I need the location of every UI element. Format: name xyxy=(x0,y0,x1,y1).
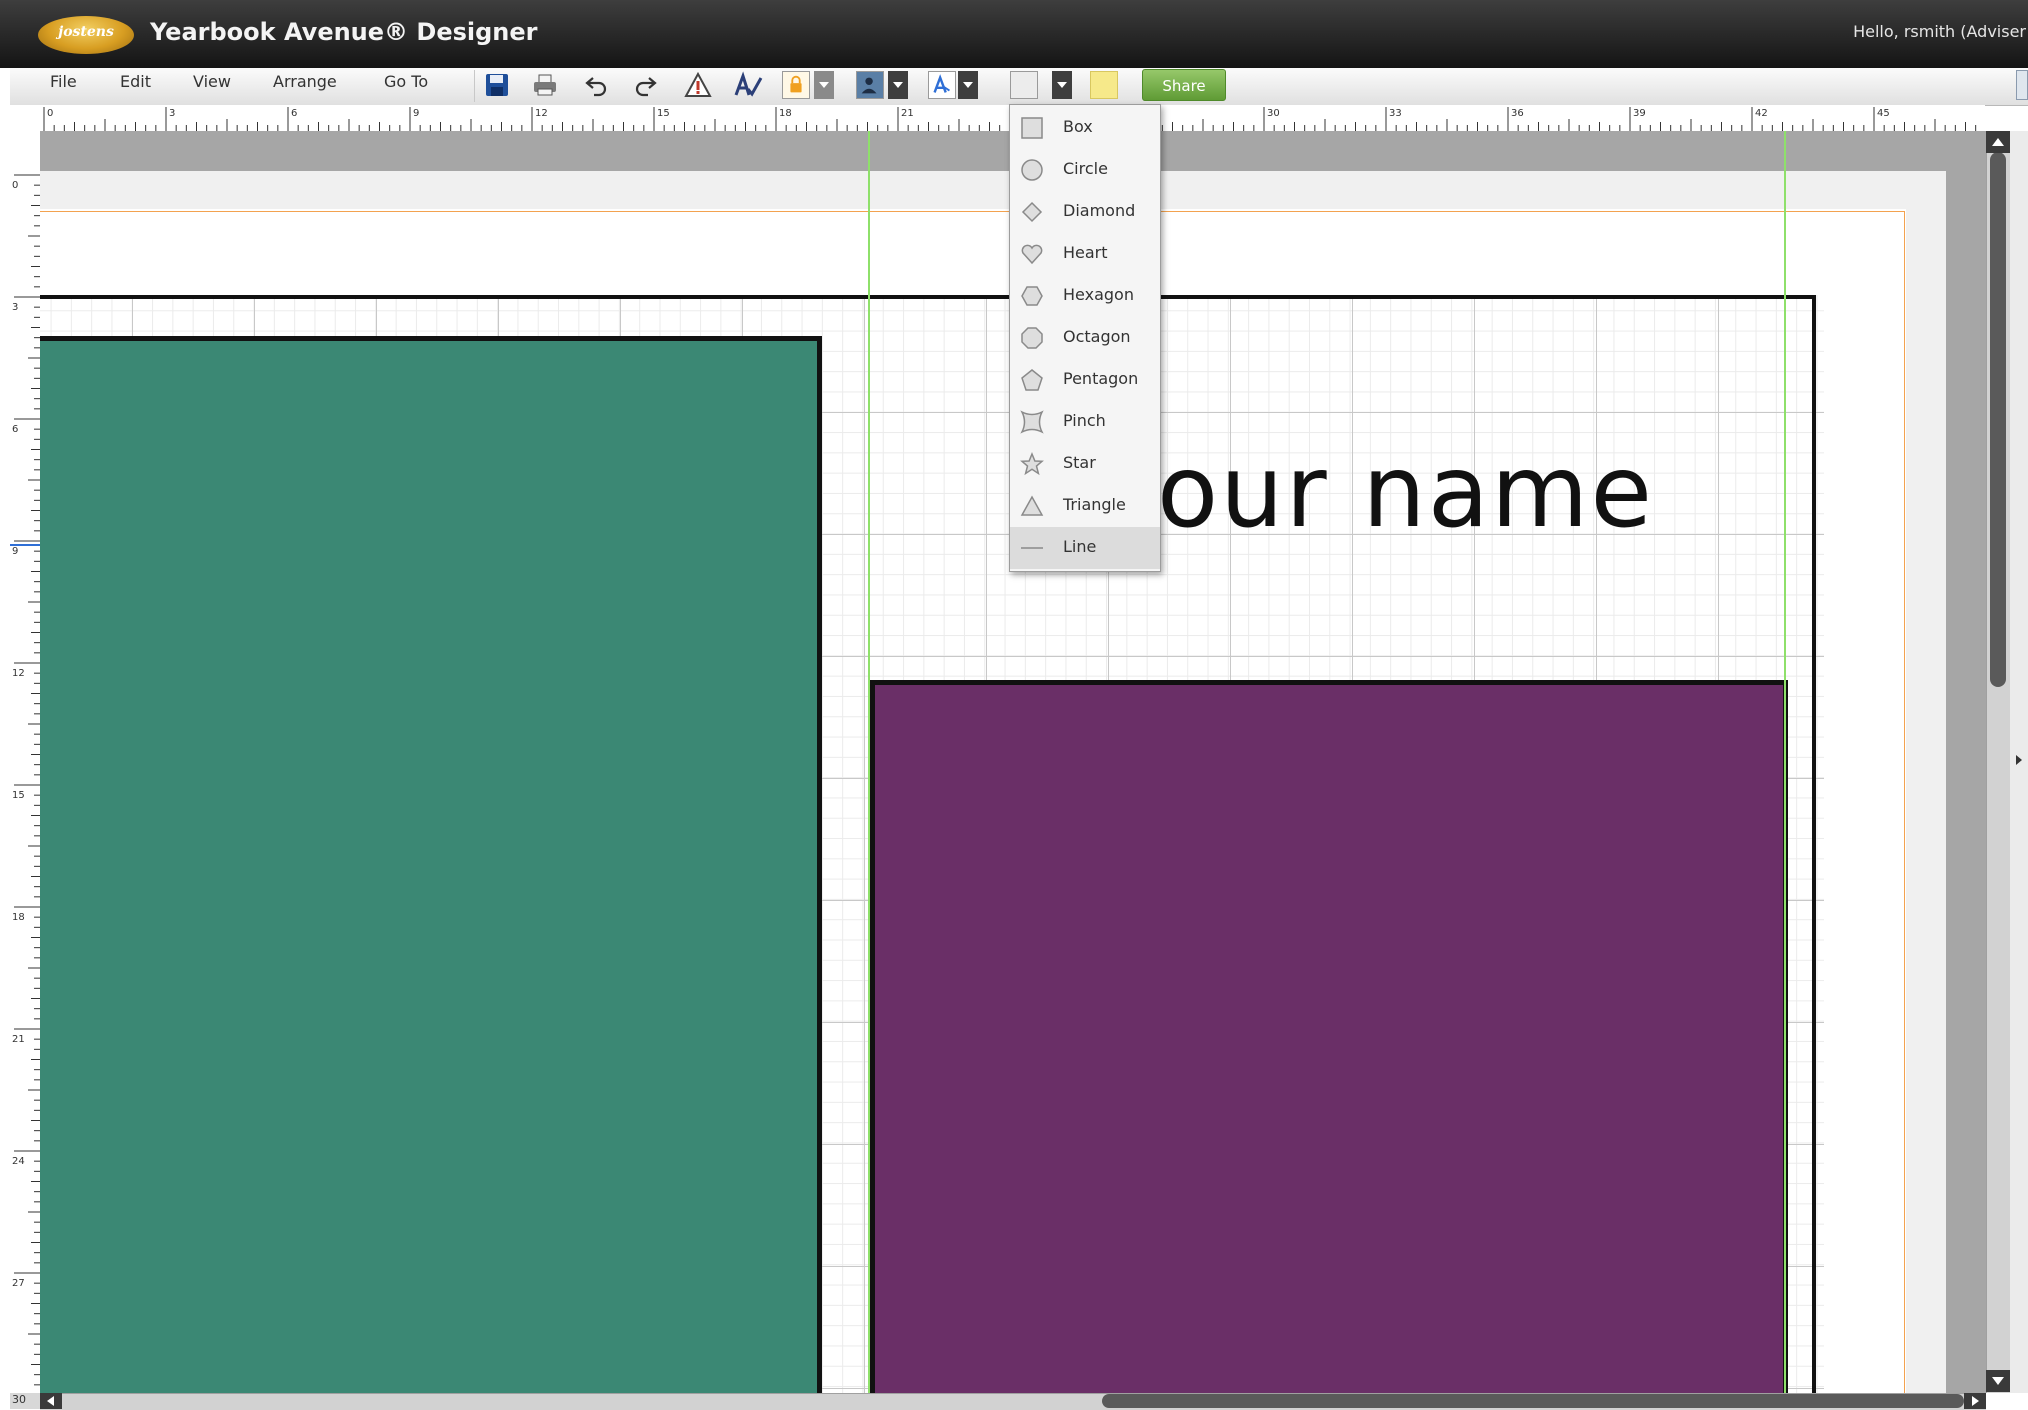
star-icon xyxy=(1020,452,1044,476)
ruler-corner-label: 30 xyxy=(12,1393,26,1406)
shape-menu-item-label: Triangle xyxy=(1063,495,1126,514)
heart-icon xyxy=(1020,242,1044,266)
ruler-label: 3 xyxy=(169,108,175,119)
ruler-label: 36 xyxy=(1511,108,1524,119)
photo-icon[interactable] xyxy=(856,71,884,99)
text-color-dropdown[interactable] xyxy=(958,71,978,99)
spellcheck-icon[interactable] xyxy=(733,70,763,100)
guide-line[interactable] xyxy=(1784,131,1786,1393)
scroll-right-arrow-icon[interactable] xyxy=(1964,1393,1986,1409)
print-icon[interactable] xyxy=(530,70,560,100)
shape-menu-item-box[interactable]: Box xyxy=(1010,107,1160,149)
ruler-label: 0 xyxy=(47,108,53,119)
share-button[interactable]: Share xyxy=(1142,69,1226,101)
green-box-shape[interactable] xyxy=(40,336,822,1393)
lock-dropdown[interactable] xyxy=(814,71,834,99)
guide-line[interactable] xyxy=(868,131,870,1393)
octagon-icon xyxy=(1020,326,1044,350)
ruler-label: 18 xyxy=(779,108,792,119)
ruler-label: 9 xyxy=(413,108,419,119)
purple-box-shape[interactable] xyxy=(870,680,1788,1393)
scroll-down-arrow-icon[interactable] xyxy=(1986,1370,2010,1392)
line-icon xyxy=(1020,536,1044,560)
photo-dropdown[interactable] xyxy=(888,71,908,99)
hexagon-icon xyxy=(1020,284,1044,308)
menu-view[interactable]: View xyxy=(193,72,231,91)
scroll-left-arrow-icon[interactable] xyxy=(40,1393,62,1409)
text-color-icon[interactable] xyxy=(928,71,956,99)
ruler-label: 21 xyxy=(12,1034,25,1045)
undo-icon[interactable] xyxy=(582,70,612,100)
shape-menu-item-octagon[interactable]: Octagon xyxy=(1010,317,1160,359)
shape-menu-item-label: Pentagon xyxy=(1063,369,1139,388)
ruler-label: 6 xyxy=(12,424,18,435)
toolbar-divider xyxy=(474,70,475,102)
shape-icon[interactable] xyxy=(1010,71,1038,99)
shape-menu-item-heart[interactable]: Heart xyxy=(1010,233,1160,275)
ruler-label: 18 xyxy=(12,912,25,923)
panel-edge-control[interactable] xyxy=(2016,70,2028,100)
square-icon xyxy=(1020,116,1044,140)
shape-dropdown[interactable] xyxy=(1052,71,1072,99)
app-title: Yearbook Avenue® Designer xyxy=(150,18,538,46)
ruler-label: 27 xyxy=(12,1278,25,1289)
menu-go-to[interactable]: Go To xyxy=(384,72,428,91)
shape-menu-item-label: Line xyxy=(1063,537,1097,556)
ruler-label: 0 xyxy=(12,180,18,191)
shape-menu-item-diamond[interactable]: Diamond xyxy=(1010,191,1160,233)
vertical-scroll-thumb[interactable] xyxy=(1990,152,2006,687)
menu-arrange[interactable]: Arrange xyxy=(273,72,337,91)
name-text-box[interactable]: our name xyxy=(870,433,1654,550)
ruler-label: 39 xyxy=(1633,108,1646,119)
diamond-icon xyxy=(1020,200,1044,224)
ruler-label: 30 xyxy=(1267,108,1280,119)
ruler-label: 12 xyxy=(535,108,548,119)
ruler-label: 21 xyxy=(901,108,914,119)
ruler-label: 6 xyxy=(291,108,297,119)
shape-menu-item-label: Star xyxy=(1063,453,1096,472)
lock-icon[interactable] xyxy=(782,71,810,99)
shape-menu-item-circle[interactable]: Circle xyxy=(1010,149,1160,191)
warning-icon[interactable] xyxy=(683,70,713,100)
shape-menu-item-label: Hexagon xyxy=(1063,285,1134,304)
shape-menu-item-star[interactable]: Star xyxy=(1010,443,1160,485)
triangle-icon xyxy=(1020,494,1044,518)
circle-icon xyxy=(1020,158,1044,182)
horizontal-ruler: 03691215182124273033363942454851 xyxy=(10,105,1985,131)
scroll-up-arrow-icon[interactable] xyxy=(1986,131,2010,153)
shape-menu-item-label: Circle xyxy=(1063,159,1108,178)
ruler-label: 42 xyxy=(1755,108,1768,119)
shape-menu-item-line[interactable]: Line xyxy=(1010,527,1160,569)
ruler-label: 24 xyxy=(12,1156,25,1167)
vertical-ruler: 0 3 6 9 12 15 18 21 24 27 xyxy=(10,131,40,1393)
menu-file[interactable]: File xyxy=(50,72,77,91)
shape-menu-item-label: Box xyxy=(1063,117,1093,136)
sticky-note-icon[interactable] xyxy=(1090,71,1118,99)
horizontal-scroll-thumb[interactable] xyxy=(1102,1394,1964,1408)
logo-text: jostens xyxy=(58,24,114,40)
user-greeting: Hello, rsmith (Adviser xyxy=(1853,22,2026,41)
ruler-label: 12 xyxy=(12,668,25,679)
redo-icon[interactable] xyxy=(630,70,660,100)
side-panel-toggle[interactable] xyxy=(2010,131,2028,1393)
shape-menu-item-label: Pinch xyxy=(1063,411,1106,430)
shape-menu-item-pinch[interactable]: Pinch xyxy=(1010,401,1160,443)
ruler-label: 15 xyxy=(12,790,25,801)
save-icon[interactable] xyxy=(482,70,512,100)
menu-edit[interactable]: Edit xyxy=(120,72,151,91)
shape-menu-item-pentagon[interactable]: Pentagon xyxy=(1010,359,1160,401)
shape-menu-item-triangle[interactable]: Triangle xyxy=(1010,485,1160,527)
shape-menu: Box Circle Diamond Heart Hexagon Octagon Penta… xyxy=(1009,104,1161,572)
shape-menu-item-hexagon[interactable]: Hexagon xyxy=(1010,275,1160,317)
pentagon-icon xyxy=(1020,368,1044,392)
pinch-icon xyxy=(1020,410,1044,434)
ruler-label: 33 xyxy=(1389,108,1402,119)
ruler-label: 9 xyxy=(12,546,18,557)
ruler-label: 15 xyxy=(657,108,670,119)
shape-menu-item-label: Octagon xyxy=(1063,327,1131,346)
shape-menu-item-label: Diamond xyxy=(1063,201,1136,220)
shape-menu-item-label: Heart xyxy=(1063,243,1108,262)
ruler-label: 3 xyxy=(12,302,18,313)
ruler-label: 45 xyxy=(1877,108,1890,119)
